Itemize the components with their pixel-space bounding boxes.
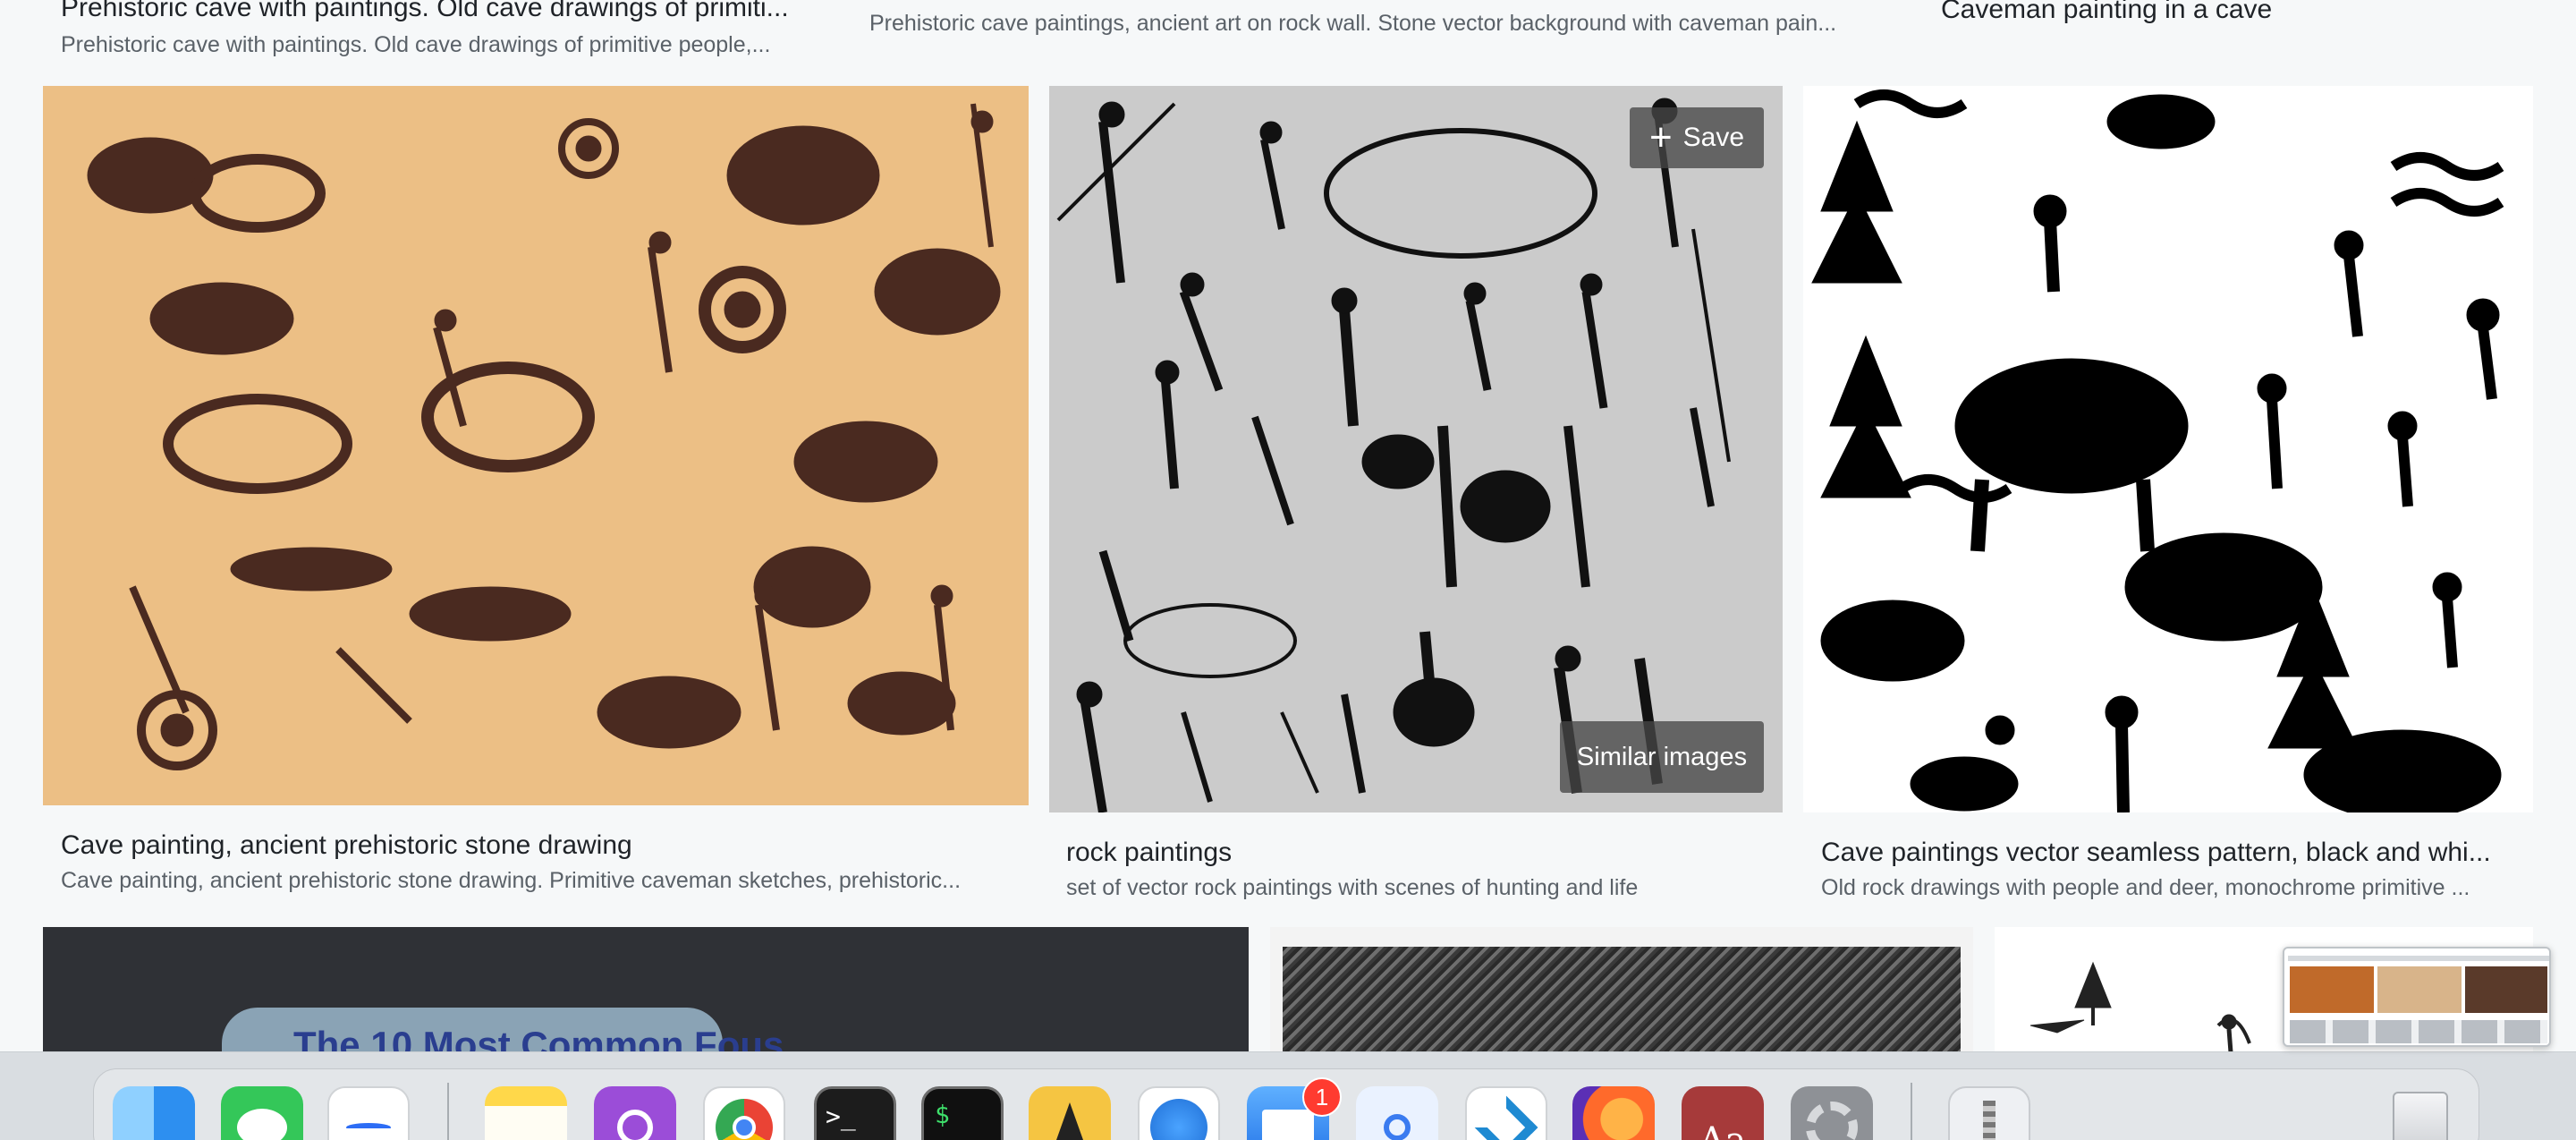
- save-label: Save: [1682, 123, 1745, 152]
- result-title[interactable]: Caveman painting in a cave: [1941, 0, 2549, 25]
- result-description: Cave painting, ancient prehistoric stone…: [61, 868, 962, 893]
- result-image-article[interactable]: The 10 Most Common Fous: [43, 927, 1249, 1052]
- terminal-icon[interactable]: >_: [814, 1086, 896, 1140]
- chrome-wheel: [716, 1099, 773, 1140]
- podcast-ring: [617, 1110, 653, 1140]
- zipper-shape: [1983, 1101, 1996, 1140]
- mail-badge: 1: [1302, 1077, 1342, 1117]
- chrome-center: [733, 1116, 756, 1139]
- dictionary-icon[interactable]: Aa: [1682, 1086, 1764, 1140]
- article-title: The 10 Most Common Fous: [293, 1024, 784, 1052]
- preview-image: [2465, 966, 2547, 1013]
- settings-icon[interactable]: [1791, 1086, 1873, 1140]
- engraving-texture: [1283, 947, 1961, 1051]
- result-description: Prehistoric cave paintings, ancient art …: [869, 11, 1837, 36]
- safari-icon[interactable]: [1138, 1086, 1220, 1140]
- freeform-icon[interactable]: [327, 1086, 410, 1140]
- key-icon[interactable]: [1356, 1086, 1438, 1140]
- dock-separator: [447, 1083, 449, 1140]
- finder-icon[interactable]: [113, 1086, 195, 1140]
- preview-image: [2290, 966, 2374, 1013]
- safari-compass: [1150, 1099, 1208, 1140]
- search-results-page: Prehistoric cave with paintings. Old cav…: [0, 0, 2576, 1052]
- chrome-icon[interactable]: [703, 1086, 785, 1140]
- dock-separator: [1911, 1083, 1912, 1140]
- speech-bubble-shape: [237, 1109, 287, 1140]
- podcasts-icon[interactable]: [594, 1086, 676, 1140]
- pen-icon[interactable]: [1029, 1086, 1111, 1140]
- preview-image: [2377, 966, 2462, 1013]
- rock-paintings-illustration: [1056, 98, 1731, 812]
- gear-icon: [1806, 1102, 1858, 1140]
- key-ring: [1384, 1114, 1411, 1140]
- preview-header: [2288, 956, 2549, 961]
- messages-icon[interactable]: [221, 1086, 303, 1140]
- pen-shape: [1052, 1102, 1088, 1140]
- save-button[interactable]: + Save: [1630, 107, 1764, 168]
- result-title[interactable]: Prehistoric cave with paintings. Old cav…: [61, 0, 803, 23]
- trash-can-shape: [2393, 1092, 2448, 1140]
- similar-images-button[interactable]: Similar images: [1560, 721, 1764, 793]
- cave-painting-illustration: [87, 103, 1001, 770]
- screenshot-preview-thumbnail[interactable]: [2283, 947, 2551, 1047]
- plus-icon: +: [1648, 115, 1673, 159]
- firefox-icon[interactable]: [1572, 1086, 1655, 1140]
- result-title[interactable]: rock paintings: [1066, 838, 1773, 868]
- result-description: Old rock drawings with people and deer, …: [1821, 875, 2470, 900]
- trash-icon[interactable]: [2379, 1086, 2462, 1140]
- vscode-shape: [1474, 1095, 1538, 1140]
- freeform-stroke: [346, 1123, 391, 1132]
- zip-icon[interactable]: [1948, 1086, 2030, 1140]
- envelope-shape: [1262, 1110, 1314, 1140]
- result-image-cave-painting[interactable]: [43, 86, 1029, 805]
- result-image-seamless-pattern[interactable]: [1803, 86, 2533, 812]
- result-description: Prehistoric cave with paintings. Old cav…: [61, 32, 771, 57]
- notes-icon[interactable]: [485, 1086, 567, 1140]
- seamless-pattern-illustration: [1811, 89, 2504, 812]
- vscode-icon[interactable]: [1465, 1086, 1547, 1140]
- preview-thumbnails-row: [2290, 1020, 2547, 1043]
- result-image-rock-paintings[interactable]: [1049, 86, 1783, 812]
- result-title[interactable]: Cave paintings vector seamless pattern, …: [1821, 838, 2528, 868]
- result-image-engraving[interactable]: [1270, 927, 1973, 1051]
- iterm-icon[interactable]: $: [921, 1086, 1004, 1140]
- result-description: set of vector rock paintings with scenes…: [1066, 875, 1639, 900]
- result-title[interactable]: Cave painting, ancient prehistoric stone…: [61, 830, 1009, 861]
